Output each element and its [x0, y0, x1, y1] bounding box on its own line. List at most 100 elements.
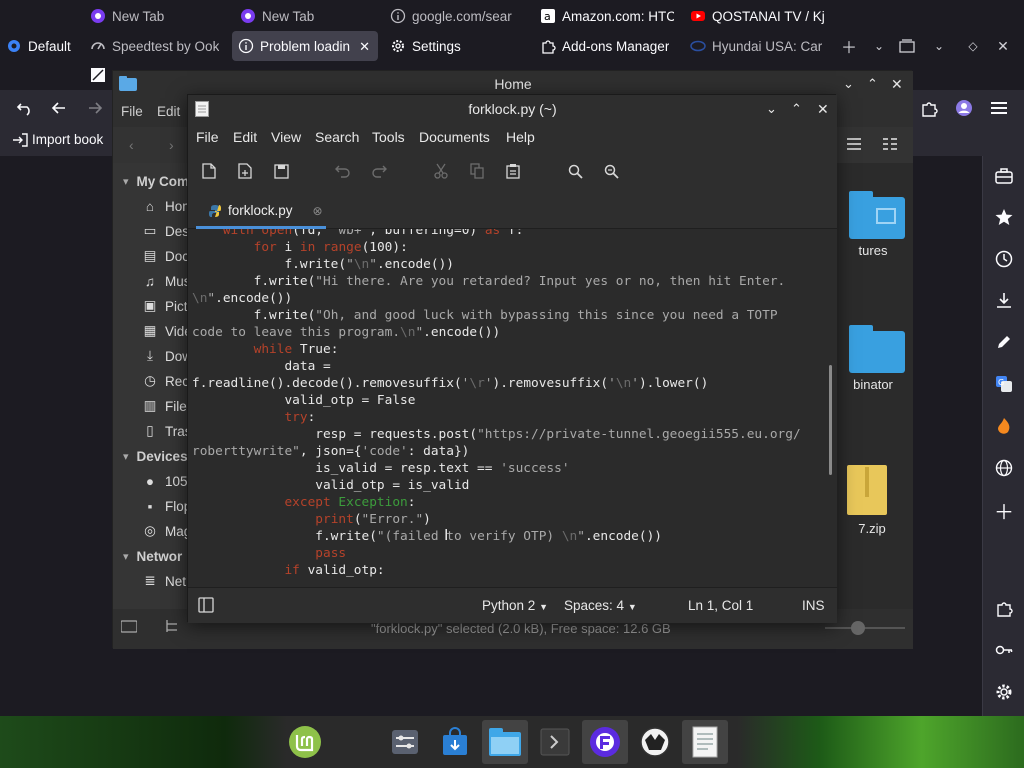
download-icon[interactable] — [994, 290, 1014, 310]
forward-icon[interactable] — [84, 97, 106, 119]
search-replace-icon[interactable] — [600, 160, 622, 182]
sidebar-item[interactable]: ▯ Tras — [113, 419, 191, 443]
star-icon[interactable] — [994, 207, 1014, 227]
menu-file[interactable]: File — [121, 104, 143, 119]
cursor-position[interactable]: Ln 1, Col 1 — [688, 598, 753, 613]
language-selector[interactable]: Python 2 ▼ — [482, 598, 548, 613]
sidebar-item[interactable]: ▤ Doc — [113, 244, 189, 268]
open-document-icon[interactable] — [234, 160, 256, 182]
tab-forklock[interactable]: forklock.py ⊗ — [196, 195, 326, 229]
tab-partial[interactable]: A — [84, 62, 114, 88]
chevron-down-icon[interactable]: ⌄ — [868, 35, 890, 57]
addons-icon[interactable] — [994, 598, 1014, 618]
store-icon[interactable] — [432, 720, 478, 764]
sidebar-item[interactable]: ♫ Mus — [113, 269, 191, 293]
sidebar-section-header[interactable]: ▾ Networ — [113, 544, 182, 568]
briefcase-icon[interactable] — [994, 166, 1014, 186]
paste-icon[interactable] — [502, 160, 524, 182]
new-tab-icon[interactable]: ＋ — [838, 35, 860, 57]
places-icon[interactable] — [121, 619, 137, 633]
translate-icon[interactable]: G — [994, 374, 1014, 394]
scrollbar[interactable] — [829, 229, 832, 587]
undo-icon[interactable] — [332, 160, 354, 182]
tab-speedtest[interactable]: Speedtest by Ook — [84, 31, 224, 61]
tab-google[interactable]: google.com/sear — [384, 1, 524, 31]
search-icon[interactable] — [564, 160, 586, 182]
tab-addons[interactable]: Add-ons Manager — [534, 31, 674, 61]
redo-icon[interactable] — [368, 160, 390, 182]
sidebar-item[interactable]: ▣ Pict — [113, 294, 188, 318]
tab-problem-loading[interactable]: Problem loadin ✕ — [232, 31, 378, 61]
close-tab-icon[interactable]: ⊗ — [313, 204, 323, 218]
insert-mode[interactable]: INS — [802, 598, 825, 613]
menu-file[interactable]: File — [196, 129, 219, 145]
terminal-icon[interactable] — [532, 720, 578, 764]
menu-edit[interactable]: Edit — [233, 129, 257, 145]
sidebar-section-header[interactable]: ▾ My Com — [113, 169, 189, 193]
back-icon[interactable]: ‹ — [129, 137, 134, 153]
hamburger-menu-icon[interactable] — [988, 97, 1010, 119]
chevron-down-icon[interactable]: ▾ — [123, 175, 129, 188]
cut-icon[interactable] — [430, 160, 452, 182]
editor-icon[interactable] — [682, 720, 728, 764]
pen-icon[interactable] — [994, 332, 1014, 352]
tab-hyundai[interactable]: Hyundai USA: Car — [684, 31, 824, 61]
menu-tools[interactable]: Tools — [372, 129, 405, 145]
forward-icon[interactable]: › — [169, 137, 174, 153]
extension-fire-icon[interactable] — [994, 416, 1014, 436]
code-editor[interactable]: with open(fd, "wb+", buffering=0) as f: … — [188, 229, 837, 587]
sidebar-item[interactable]: ◎ Mag — [113, 519, 191, 543]
maximize-icon[interactable]: ⌃ — [867, 71, 878, 97]
history-icon[interactable] — [994, 249, 1014, 269]
zoom-slider[interactable] — [825, 627, 905, 629]
list-tabs-icon[interactable]: ⌄ — [928, 35, 950, 57]
tab-settings[interactable]: Settings — [384, 31, 524, 61]
minimize-icon[interactable]: ⌄ — [843, 71, 854, 97]
maximize-icon[interactable]: ⌃ — [791, 95, 802, 123]
globe-icon[interactable] — [994, 458, 1014, 478]
settings-icon[interactable] — [382, 720, 428, 764]
back-icon[interactable] — [48, 97, 70, 119]
menu-edit[interactable]: Edit — [157, 104, 180, 119]
add-panel-icon[interactable]: ＋ — [994, 500, 1014, 524]
sidebar-item[interactable]: ◷ Rec — [113, 369, 189, 393]
container-default[interactable]: Default — [0, 31, 82, 61]
chevron-down-icon[interactable]: ▾ — [123, 550, 129, 563]
save-icon[interactable] — [270, 160, 292, 182]
chevron-down-icon[interactable]: ▾ — [123, 450, 129, 463]
undo-close-icon[interactable] — [14, 97, 36, 119]
sidebar-item[interactable]: ▥ File — [113, 394, 187, 418]
list-view-icon[interactable] — [847, 138, 861, 150]
sidebar-item[interactable]: ▦ Vide — [113, 319, 192, 343]
tab-new-tab-2[interactable]: New Tab — [234, 1, 376, 31]
tab-amazon[interactable]: a Amazon.com: HTC — [534, 1, 674, 31]
sidebar-item[interactable]: ⌂ Hom — [113, 194, 194, 218]
copy-icon[interactable] — [466, 160, 488, 182]
minimize-icon[interactable]: ◇ — [962, 35, 984, 57]
minimize-icon[interactable]: ⌄ — [766, 95, 777, 123]
tab-youtube[interactable]: QOSTANAI TV / Kj — [684, 1, 824, 31]
gear-icon[interactable] — [994, 682, 1014, 702]
files-icon[interactable] — [482, 720, 528, 764]
sidebar-section-header[interactable]: ▾ Devices — [113, 444, 188, 468]
import-bookmarks-button[interactable]: Import book — [12, 132, 103, 147]
firefox-icon[interactable] — [582, 720, 628, 764]
extensions-icon[interactable] — [918, 97, 940, 119]
tab-groups-icon[interactable] — [896, 35, 918, 57]
sidebar-item[interactable]: ● 105 — [113, 469, 188, 493]
sidebar-item[interactable]: ▪ Flop — [113, 494, 192, 518]
mint-menu-icon[interactable] — [282, 720, 328, 764]
new-document-icon[interactable] — [198, 160, 220, 182]
game-icon[interactable] — [632, 720, 678, 764]
close-icon[interactable]: ✕ — [817, 95, 829, 123]
tree-icon[interactable] — [165, 619, 179, 633]
account-icon[interactable] — [953, 97, 975, 119]
sidebar-item[interactable]: ⤓ Dow — [113, 344, 192, 368]
close-window-icon[interactable]: ✕ — [992, 35, 1014, 57]
sidebar-item[interactable]: ≣ Net — [113, 569, 186, 593]
sidebar-item[interactable]: ▭ Des — [113, 219, 189, 243]
tab-new-tab-1[interactable]: New Tab — [84, 1, 224, 31]
zoom-slider-handle[interactable] — [851, 621, 865, 635]
close-tab-icon[interactable]: ✕ — [359, 39, 370, 55]
close-icon[interactable]: ✕ — [891, 71, 903, 97]
